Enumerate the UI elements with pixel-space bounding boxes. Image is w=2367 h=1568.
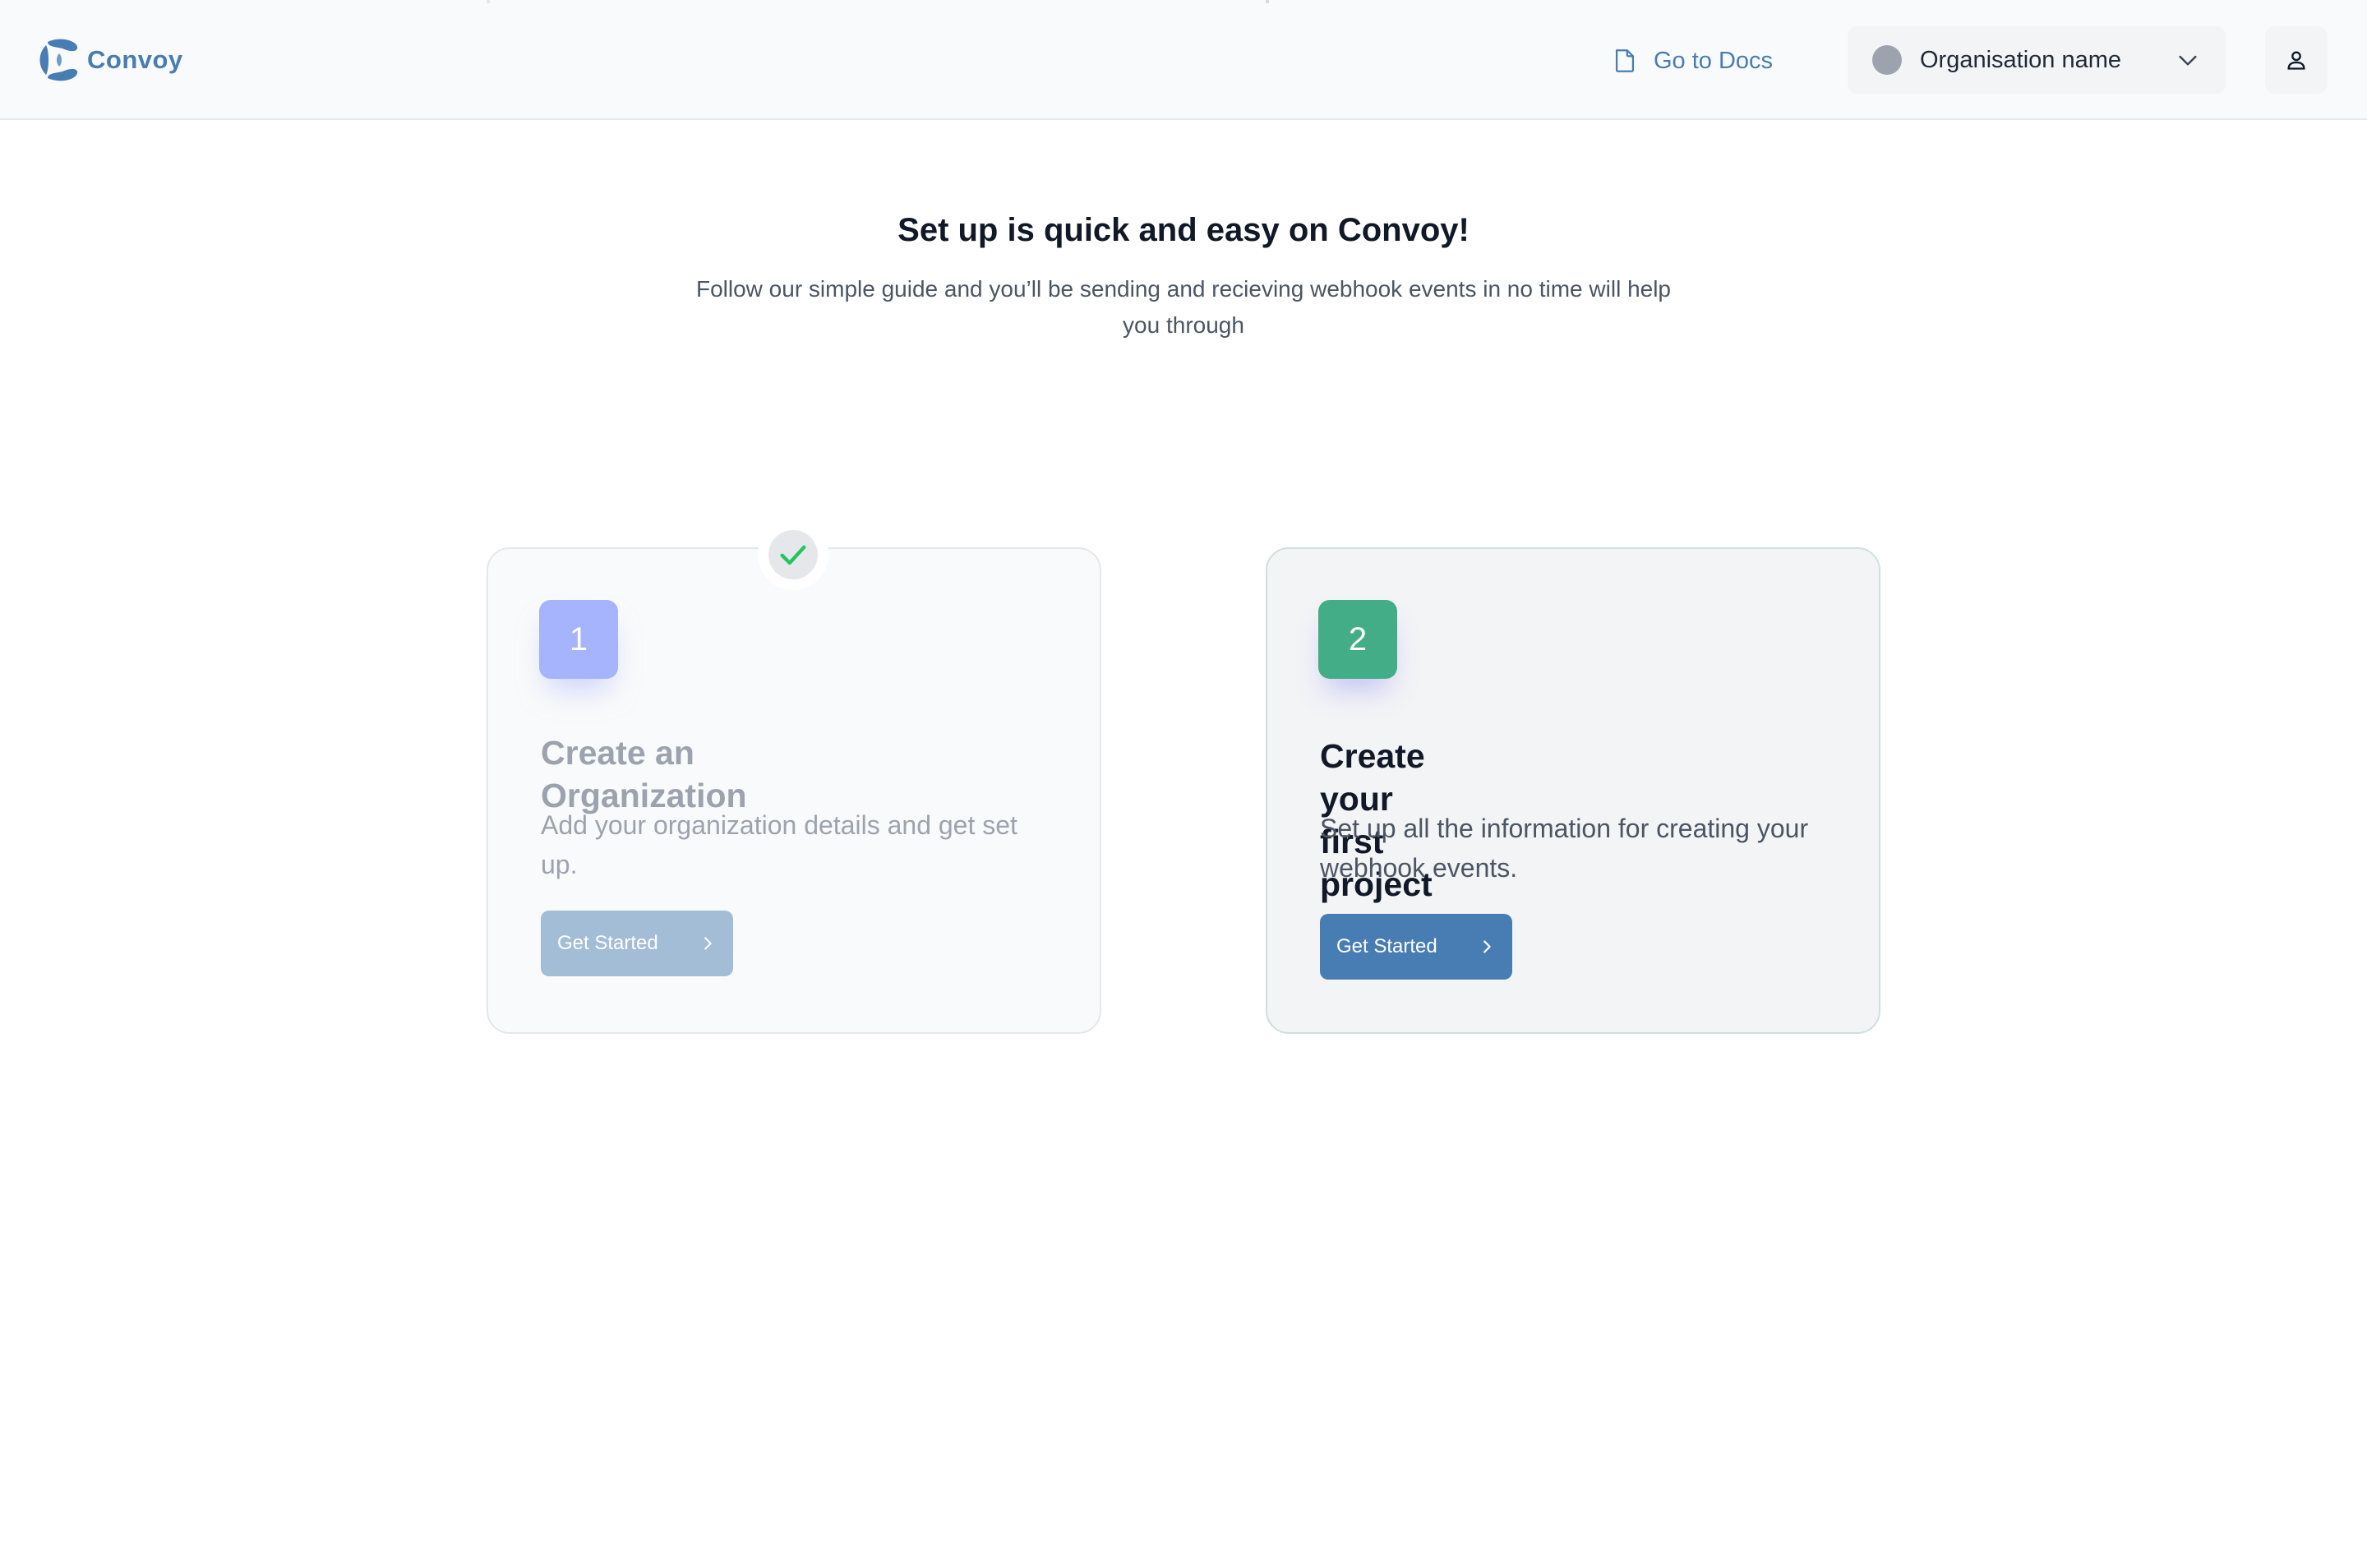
get-started-label: Get Started xyxy=(1336,935,1437,957)
step-number-badge: 2 xyxy=(1318,600,1397,679)
brand-logo[interactable]: Convoy xyxy=(38,36,183,84)
go-to-docs-link[interactable]: Go to Docs xyxy=(1611,43,1773,79)
step-description: Set up all the information for creating … xyxy=(1320,814,1809,883)
step-complete-badge xyxy=(758,519,828,590)
step-title: Create an Organization xyxy=(541,734,747,814)
chevron-right-icon xyxy=(704,937,712,950)
organisation-name: Organisation name xyxy=(1920,46,2122,73)
get-started-button-project[interactable]: Get Started xyxy=(1320,914,1512,980)
user-icon xyxy=(2287,51,2305,70)
go-to-docs-label: Go to Docs xyxy=(1654,47,1774,74)
organisation-avatar xyxy=(1872,45,1902,75)
organisation-selector[interactable]: Organisation name xyxy=(1848,26,2226,94)
step-number-badge: 1 xyxy=(539,600,618,679)
chevron-down-icon xyxy=(2179,55,2197,66)
page-title: Set up is quick and easy on Convoy! xyxy=(897,212,1470,248)
convoy-logo-icon xyxy=(39,39,78,81)
get-started-button-organization[interactable]: Get Started xyxy=(541,911,733,976)
page-subtitle: Follow our simple guide and you’ll be se… xyxy=(695,276,1672,338)
brand-name: Convoy xyxy=(87,45,183,74)
chevron-right-icon xyxy=(1483,940,1491,953)
check-icon xyxy=(780,545,806,565)
document-icon xyxy=(1615,49,1635,72)
step-complete-circle xyxy=(768,530,818,579)
step-description: Add your organization details and get se… xyxy=(541,810,1017,879)
get-started-label: Get Started xyxy=(557,932,658,954)
user-menu-button[interactable] xyxy=(2265,26,2328,94)
top-navbar: Convoy Go to Docs Organisation name xyxy=(0,0,2367,120)
